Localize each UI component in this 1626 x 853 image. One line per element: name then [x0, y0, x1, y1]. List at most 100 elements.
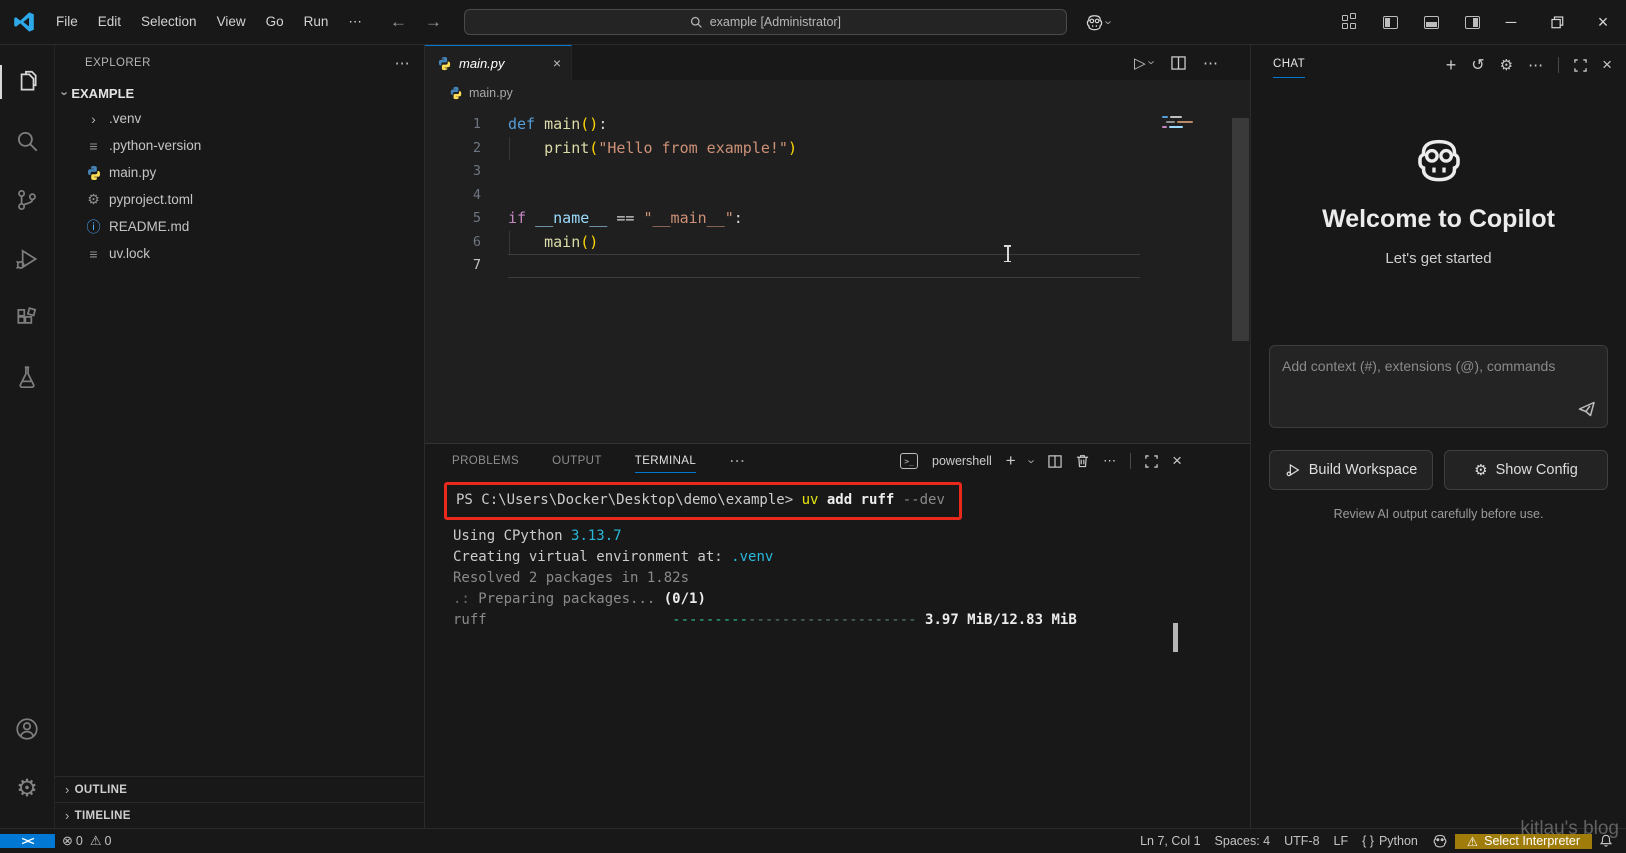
tab-main-py[interactable]: main.py × [425, 45, 572, 80]
maximize-chat-icon[interactable] [1574, 59, 1587, 72]
panel-tab-terminal[interactable]: TERMINAL [635, 444, 696, 478]
source-control-icon[interactable] [0, 175, 55, 225]
menu-selection[interactable]: Selection [131, 9, 207, 34]
copilot-menu[interactable]: › [1085, 14, 1111, 31]
panel-tab-problems[interactable]: PROBLEMS [452, 444, 519, 478]
chat-more-actions-icon[interactable]: ⋯ [1528, 56, 1543, 74]
chat-history-icon[interactable]: ↺ [1471, 55, 1484, 75]
code-line-4[interactable]: 4 [425, 184, 1250, 208]
panel-tabs: PROBLEMS OUTPUT TERMINAL [452, 444, 729, 478]
file-item-uv-lock[interactable]: ≡uv.lock [55, 240, 424, 267]
close-panel-icon[interactable]: × [1172, 451, 1182, 471]
cursor-position-status[interactable]: Ln 7, Col 1 [1133, 834, 1207, 848]
send-icon[interactable] [1577, 399, 1597, 419]
line-number: 7 [425, 254, 481, 278]
file-item--python-version[interactable]: ≡.python-version [55, 132, 424, 159]
search-icon [690, 16, 703, 29]
menu-more[interactable]: ⋯ [338, 9, 372, 35]
toggle-primary-sidebar-icon[interactable] [1383, 16, 1398, 29]
show-config-button[interactable]: ⚙ Show Config [1444, 450, 1608, 490]
encoding-status[interactable]: UTF-8 [1277, 834, 1326, 848]
explorer-more-actions[interactable]: ⋯ [395, 54, 410, 72]
select-interpreter-status[interactable]: ⚠ Select Interpreter [1455, 834, 1592, 849]
build-workspace-button[interactable]: Build Workspace [1269, 450, 1433, 490]
extensions-icon[interactable] [0, 293, 55, 343]
terminal[interactable]: PS C:\Users\Docker\Desktop\demo\example>… [425, 478, 1250, 828]
code-line-5[interactable]: 5if __name__ == "__main__": [425, 207, 1250, 231]
terminal-dropdown-icon[interactable]: › [1024, 459, 1039, 463]
info-file-icon: ⓘ [85, 217, 102, 237]
menu-view[interactable]: View [207, 9, 256, 34]
new-chat-icon[interactable]: + [1446, 55, 1457, 76]
close-chat-icon[interactable]: × [1602, 55, 1612, 75]
panel-tab-output[interactable]: OUTPUT [552, 444, 602, 478]
customize-layout-icon[interactable] [1342, 15, 1357, 29]
file-item--venv[interactable]: ›.venv [55, 105, 424, 132]
menu-run[interactable]: Run [294, 9, 339, 34]
terminal-line-5: .: Preparing packages... (0/1) [453, 589, 1250, 610]
minimap[interactable] [1162, 116, 1208, 146]
folder-root-example[interactable]: › EXAMPLE [55, 81, 424, 105]
back-arrow-icon[interactable]: ← [390, 12, 407, 32]
terminal-scrollbar[interactable] [1173, 623, 1178, 652]
copilot-status[interactable] [1425, 834, 1455, 848]
file-item-readme-md[interactable]: ⓘREADME.md [55, 213, 424, 240]
toggle-panel-icon[interactable] [1424, 16, 1439, 29]
menu-edit[interactable]: Edit [88, 9, 131, 34]
chat-input[interactable]: Add context (#), extensions (@), command… [1269, 345, 1608, 428]
maximize-panel-icon[interactable] [1145, 455, 1158, 468]
outline-section[interactable]: › OUTLINE [55, 776, 424, 802]
restore-button[interactable] [1534, 0, 1580, 44]
language-status[interactable]: { } Python [1355, 834, 1425, 848]
indentation-status[interactable]: Spaces: 4 [1208, 834, 1278, 848]
copilot-icon [1432, 834, 1448, 848]
run-dropdown-icon[interactable]: › [1144, 60, 1159, 64]
explorer-icon[interactable] [0, 57, 55, 107]
code-line-2[interactable]: 2 print("Hello from example!") [425, 137, 1250, 161]
editor-scrollbar[interactable] [1232, 118, 1249, 341]
code-line-1[interactable]: 1def main(): [425, 113, 1250, 137]
problems-status[interactable]: ⊗ 0 ⚠ 0 [55, 833, 118, 849]
code-line-7[interactable]: 7 [425, 254, 1250, 278]
new-terminal-icon[interactable]: + [1006, 451, 1016, 471]
timeline-section[interactable]: › TIMELINE [55, 802, 424, 828]
eol-status[interactable]: LF [1327, 834, 1356, 848]
chat-tab[interactable]: CHAT [1273, 58, 1305, 72]
editor-more-actions-icon[interactable]: ⋯ [1203, 54, 1218, 72]
toggle-secondary-sidebar-icon[interactable] [1465, 16, 1480, 29]
breadcrumb-item[interactable]: main.py [469, 86, 513, 100]
close-window-button[interactable]: × [1580, 0, 1626, 44]
file-item-pyproject-toml[interactable]: ⚙pyproject.toml [55, 186, 424, 213]
chat-disclaimer: Review AI output carefully before use. [1251, 507, 1626, 521]
run-debug-icon[interactable] [0, 234, 55, 284]
breadcrumb[interactable]: main.py [425, 80, 1250, 106]
kill-terminal-trash-icon[interactable] [1076, 454, 1089, 468]
menu-file[interactable]: File [46, 9, 88, 34]
panel-more-tabs-icon[interactable]: ⋯ [729, 451, 745, 471]
tab-close-icon[interactable]: × [553, 55, 561, 71]
panel-more-actions-icon[interactable]: ⋯ [1103, 453, 1116, 469]
account-icon[interactable] [0, 704, 55, 754]
menu-go[interactable]: Go [256, 9, 294, 34]
shell-name[interactable]: powershell [932, 454, 992, 468]
command-center-search[interactable]: example [Administrator] [464, 9, 1067, 35]
error-icon: ⊗ [62, 833, 73, 849]
code-line-6[interactable]: 6 main() [425, 231, 1250, 255]
search-view-icon[interactable] [0, 116, 55, 166]
code-editor[interactable]: 1def main():2 print("Hello from example!… [425, 106, 1250, 443]
split-editor-icon[interactable] [1171, 56, 1186, 70]
python-file-icon [85, 165, 102, 181]
code-line-3[interactable]: 3 [425, 160, 1250, 184]
notifications-bell[interactable] [1592, 834, 1620, 848]
forward-arrow-icon[interactable]: → [425, 12, 442, 32]
indent-guide [509, 231, 510, 254]
chat-welcome-title: Welcome to Copilot [1322, 205, 1555, 234]
remote-indicator[interactable]: >< [0, 834, 55, 848]
split-terminal-icon[interactable] [1048, 455, 1062, 468]
testing-icon[interactable] [0, 352, 55, 402]
minimize-button[interactable]: ─ [1488, 0, 1534, 44]
settings-gear-icon[interactable]: ⚙ [0, 763, 55, 813]
file-item-main-py[interactable]: main.py [55, 159, 424, 186]
chat-settings-gear-icon[interactable]: ⚙ [1500, 56, 1513, 74]
vscode-logo-icon [12, 10, 36, 34]
